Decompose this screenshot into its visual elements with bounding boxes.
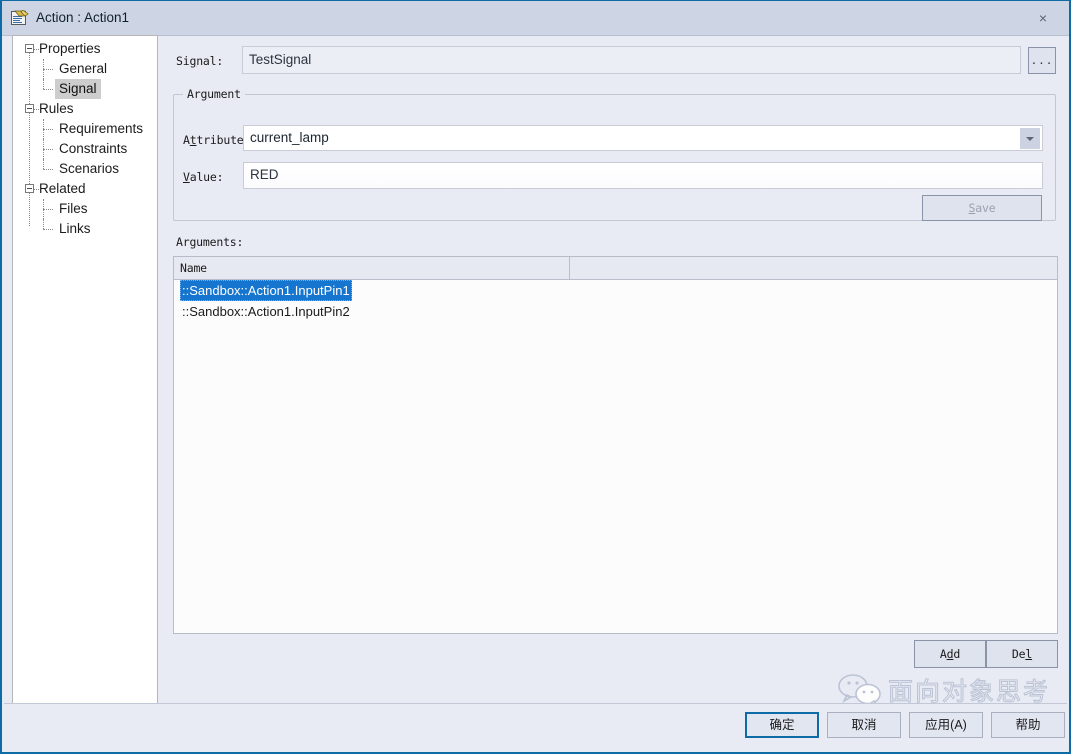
tree-item-scenarios[interactable]: Scenarios <box>13 159 157 179</box>
value-input[interactable]: RED <box>243 162 1043 189</box>
value-label: Value: <box>183 170 224 184</box>
table-row[interactable]: ::Sandbox::Action1.InputPin1 <box>174 280 1057 301</box>
ok-button[interactable]: 确定 <box>745 712 819 738</box>
tree-item-label: Constraints <box>59 141 128 156</box>
listview-rows: ::Sandbox::Action1.InputPin1::Sandbox::A… <box>174 280 1057 322</box>
close-icon[interactable]: × <box>1023 6 1063 30</box>
del-button[interactable]: Del <box>986 640 1058 668</box>
title-bar: Action : Action1 × <box>2 1 1069 36</box>
cancel-button[interactable]: 取消 <box>827 712 901 738</box>
signal-input[interactable]: TestSignal <box>242 46 1021 74</box>
tree-connector-line <box>43 159 45 169</box>
tree-branch-line <box>43 89 53 91</box>
tree-root: Properties General Signal Rules Requirements… <box>13 36 157 239</box>
arguments-listview[interactable]: Name ::Sandbox::Action1.InputPin1::Sandb… <box>173 256 1058 634</box>
tree-item-label: Rules <box>39 101 74 116</box>
add-button[interactable]: Add <box>914 640 986 668</box>
dialog-footer: 确定 取消 应用(A) 帮助 <box>4 703 1067 750</box>
tree-item-links[interactable]: Links <box>13 219 157 239</box>
tree-item-requirements[interactable]: Requirements <box>13 119 157 139</box>
action-document-icon <box>11 9 29 26</box>
apply-button[interactable]: 应用(A) <box>909 712 983 738</box>
table-row[interactable]: ::Sandbox::Action1.InputPin2 <box>174 301 1057 322</box>
expand-collapse-icon[interactable] <box>25 44 34 53</box>
tree-connector-line <box>43 119 45 139</box>
column-header-blank[interactable] <box>570 257 1057 279</box>
listview-header: Name <box>174 257 1057 280</box>
chevron-down-icon[interactable] <box>1020 128 1040 149</box>
arguments-label: Arguments: <box>176 235 244 249</box>
signal-label: Signal: <box>176 54 224 68</box>
tree-item-label: Links <box>59 221 91 236</box>
attribute-value: current_lamp <box>250 130 329 145</box>
tree-connector-line <box>43 59 45 79</box>
argument-name-cell: ::Sandbox::Action1.InputPin2 <box>182 304 350 319</box>
signal-page: Signal: TestSignal ... Argument Attribut… <box>168 37 1063 692</box>
tree-item-constraints[interactable]: Constraints <box>13 139 157 159</box>
tree-item-rules[interactable]: Rules <box>13 99 157 119</box>
tree-item-label: Files <box>59 201 88 216</box>
signal-browse-button[interactable]: ... <box>1028 47 1056 74</box>
tree-item-label: Requirements <box>59 121 144 136</box>
tree-branch-line <box>43 169 53 171</box>
argument-name-cell: ::Sandbox::Action1.InputPin1 <box>180 280 352 301</box>
tree-connector-line <box>43 199 45 219</box>
tree-item-label: Scenarios <box>59 161 120 176</box>
save-button[interactable]: Save <box>922 195 1042 221</box>
expand-collapse-icon[interactable] <box>25 104 34 113</box>
tree-connector-line <box>43 79 45 89</box>
tree-item-general[interactable]: General <box>13 59 157 79</box>
tree-connector-line <box>43 139 45 159</box>
navigation-tree[interactable]: Properties General Signal Rules Requirements… <box>12 35 158 706</box>
column-header-name[interactable]: Name <box>174 257 570 279</box>
window-title: Action : Action1 <box>36 10 130 25</box>
tree-item-signal[interactable]: Signal <box>13 79 157 99</box>
tree-connector-line <box>43 219 45 229</box>
tree-item-label: Signal <box>55 79 101 99</box>
tree-item-label: General <box>59 61 108 76</box>
tree-item-properties[interactable]: Properties <box>13 39 157 59</box>
tree-item-files[interactable]: Files <box>13 199 157 219</box>
action-dialog: Action : Action1 × Properties General Sign… <box>0 0 1071 754</box>
tree-item-label: Properties <box>39 41 101 56</box>
attribute-label: Attribute <box>183 133 244 147</box>
tree-item-related[interactable]: Related <box>13 179 157 199</box>
expand-collapse-icon[interactable] <box>25 184 34 193</box>
argument-groupbox: Argument Attribute current_lamp Value: R… <box>173 87 1056 221</box>
attribute-combobox[interactable]: current_lamp <box>243 125 1043 151</box>
tree-branch-line <box>43 229 53 231</box>
argument-group-title: Argument <box>183 87 245 101</box>
help-button[interactable]: 帮助 <box>991 712 1065 738</box>
tree-item-label: Related <box>39 181 86 196</box>
